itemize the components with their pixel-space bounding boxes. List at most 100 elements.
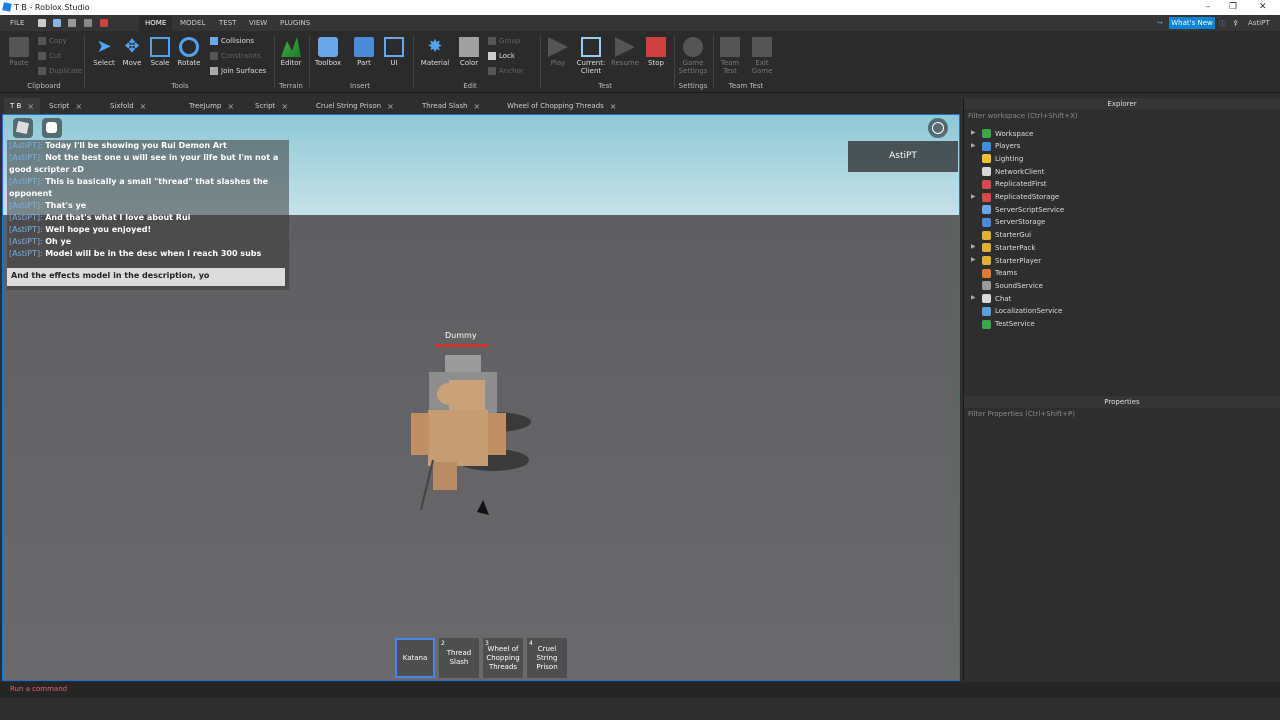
exit-game-button[interactable]: Exit Game: [748, 35, 776, 75]
paste-button[interactable]: Paste: [8, 35, 30, 67]
tab-sixfold[interactable]: Sixfold ×: [104, 98, 152, 114]
expand-arrow-icon[interactable]: ▶: [971, 256, 976, 263]
hotbar-slot[interactable]: 4 Cruel String Prison: [527, 638, 567, 678]
explorer-item-workspace[interactable]: Workspace: [982, 129, 1033, 138]
copy-button[interactable]: Copy: [38, 37, 67, 45]
explorer-item-soundservice[interactable]: SoundService: [982, 281, 1043, 291]
help-icon[interactable]: ⓘ: [1219, 19, 1226, 29]
cut-button[interactable]: Cut: [38, 52, 61, 60]
tab-t-b[interactable]: T B ×: [4, 98, 41, 114]
rotate-button[interactable]: Rotate: [176, 35, 202, 67]
explorer-item-serverscriptservice[interactable]: ServerScriptService: [982, 205, 1064, 215]
play-button[interactable]: Play: [546, 35, 570, 67]
properties-filter-input[interactable]: Filter Properties (Ctrl+Shift+P): [964, 408, 1280, 421]
stop-icon[interactable]: [100, 19, 108, 27]
explorer-item-lighting[interactable]: Lighting: [982, 154, 1023, 164]
expand-arrow-icon[interactable]: ▶: [971, 129, 976, 136]
close-tab-icon[interactable]: ×: [473, 102, 480, 111]
file-menu[interactable]: FILE: [10, 19, 24, 27]
game-settings-button[interactable]: Game Settings: [678, 35, 708, 75]
expand-arrow-icon[interactable]: ▶: [971, 243, 976, 250]
new-file-icon[interactable]: [38, 19, 46, 27]
close-icon[interactable]: ✕: [1259, 2, 1267, 12]
part-button[interactable]: Part: [352, 35, 376, 67]
undo-icon[interactable]: [68, 19, 76, 27]
select-button[interactable]: ➤ Select: [92, 35, 116, 68]
toolbox-button[interactable]: Toolbox: [313, 35, 343, 67]
close-tab-icon[interactable]: ×: [227, 102, 234, 111]
chat-toggle-icon[interactable]: [42, 118, 62, 138]
explorer-item-networkclient[interactable]: NetworkClient: [982, 167, 1045, 177]
chat-username[interactable]: [AstiPT]:: [9, 225, 45, 234]
hotbar-slot[interactable]: Katana: [395, 638, 435, 678]
player-list-entry[interactable]: AstiPT: [848, 141, 958, 172]
chat-username[interactable]: [AstiPT]:: [9, 141, 45, 150]
color-button[interactable]: Color: [456, 35, 482, 67]
tab-script[interactable]: Script ×: [43, 98, 88, 114]
tab-home[interactable]: HOME: [139, 16, 173, 31]
open-icon[interactable]: [53, 19, 61, 27]
explorer-item-serverstorage[interactable]: ServerStorage: [982, 217, 1045, 227]
terrain-editor-button[interactable]: Editor: [278, 35, 304, 67]
maximize-icon[interactable]: ❐: [1229, 2, 1237, 12]
duplicate-button[interactable]: Duplicate: [38, 67, 82, 75]
expand-arrow-icon[interactable]: ▶: [971, 142, 976, 149]
group-button[interactable]: Group: [488, 37, 520, 45]
join-surfaces-toggle[interactable]: Join Surfaces: [210, 67, 266, 75]
tab-cruel-string-prison[interactable]: Cruel String Prison ×: [310, 98, 400, 114]
minimize-icon[interactable]: –: [1206, 2, 1211, 12]
explorer-item-starterplayer[interactable]: StarterPlayer: [982, 256, 1041, 265]
tab-view[interactable]: VIEW: [249, 19, 267, 27]
current-client-button[interactable]: Current: Client: [574, 35, 608, 75]
expand-arrow-icon[interactable]: ▶: [971, 193, 976, 200]
explorer-item-chat[interactable]: Chat: [982, 294, 1011, 304]
scale-button[interactable]: Scale: [148, 35, 172, 67]
explorer-item-localizationservice[interactable]: LocalizationService: [982, 306, 1062, 316]
material-button[interactable]: ✸ Material: [420, 35, 450, 68]
close-tab-icon[interactable]: ×: [75, 102, 82, 111]
team-test-button[interactable]: Team Test: [716, 35, 744, 75]
chat-username[interactable]: [AstiPT]:: [9, 237, 45, 246]
share-network-icon[interactable]: ⚴: [1233, 19, 1238, 27]
resume-button[interactable]: Resume: [610, 35, 640, 67]
tab-treejump[interactable]: TreeJump ×: [183, 98, 240, 114]
game-viewport[interactable]: [AstiPT]: Today I'll be showing you Rui …: [2, 114, 960, 681]
close-tab-icon[interactable]: ×: [610, 102, 617, 111]
whats-new-button[interactable]: What's New: [1169, 17, 1215, 29]
ui-button[interactable]: UI: [383, 35, 405, 67]
chat-username[interactable]: [AstiPT]:: [9, 249, 45, 258]
explorer-filter-input[interactable]: Filter workspace (Ctrl+Shift+X): [964, 110, 1280, 123]
chat-username[interactable]: [AstiPT]:: [9, 201, 45, 210]
tab-model[interactable]: MODEL: [180, 19, 205, 27]
chat-username[interactable]: [AstiPT]:: [9, 177, 45, 186]
expand-arrow-icon[interactable]: ▶: [971, 294, 976, 301]
anchor-button[interactable]: Anchor: [488, 67, 524, 75]
chat-username[interactable]: [AstiPT]:: [9, 153, 45, 162]
tab-thread-slash[interactable]: Thread Slash ×: [416, 98, 486, 114]
tab-script[interactable]: Script ×: [249, 98, 294, 114]
chat-input[interactable]: And the effects model in the description…: [7, 268, 285, 286]
explorer-item-testservice[interactable]: TestService: [982, 319, 1035, 329]
explorer-item-starterpack[interactable]: StarterPack: [982, 243, 1035, 253]
roblox-menu-icon[interactable]: [13, 118, 33, 138]
hotbar-slot[interactable]: 3 Wheel of Chopping Threads: [483, 638, 523, 678]
chat-username[interactable]: [AstiPT]:: [9, 213, 45, 222]
explorer-item-replicatedstorage[interactable]: ReplicatedStorage: [982, 192, 1059, 202]
close-tab-icon[interactable]: ×: [281, 102, 288, 111]
more-options-icon[interactable]: [928, 118, 948, 138]
hotbar-slot[interactable]: 2 Thread Slash: [439, 638, 479, 678]
move-button[interactable]: ✥ Move: [120, 35, 144, 68]
explorer-item-replicatedfirst[interactable]: ReplicatedFirst: [982, 179, 1047, 189]
share-icon[interactable]: ↪: [1157, 19, 1163, 27]
explorer-item-teams[interactable]: Teams: [982, 268, 1017, 278]
close-tab-icon[interactable]: ×: [140, 102, 147, 111]
explorer-item-players[interactable]: Players: [982, 141, 1020, 151]
tab-plugins[interactable]: PLUGINS: [280, 19, 310, 27]
explorer-item-startergui[interactable]: StarterGui: [982, 230, 1031, 240]
close-tab-icon[interactable]: ×: [27, 102, 34, 111]
stop-button[interactable]: Stop: [644, 35, 668, 67]
lock-button[interactable]: Lock: [488, 52, 515, 60]
tab-test[interactable]: TEST: [219, 19, 236, 27]
redo-icon[interactable]: [84, 19, 92, 27]
user-name[interactable]: AstiPT: [1248, 19, 1270, 27]
